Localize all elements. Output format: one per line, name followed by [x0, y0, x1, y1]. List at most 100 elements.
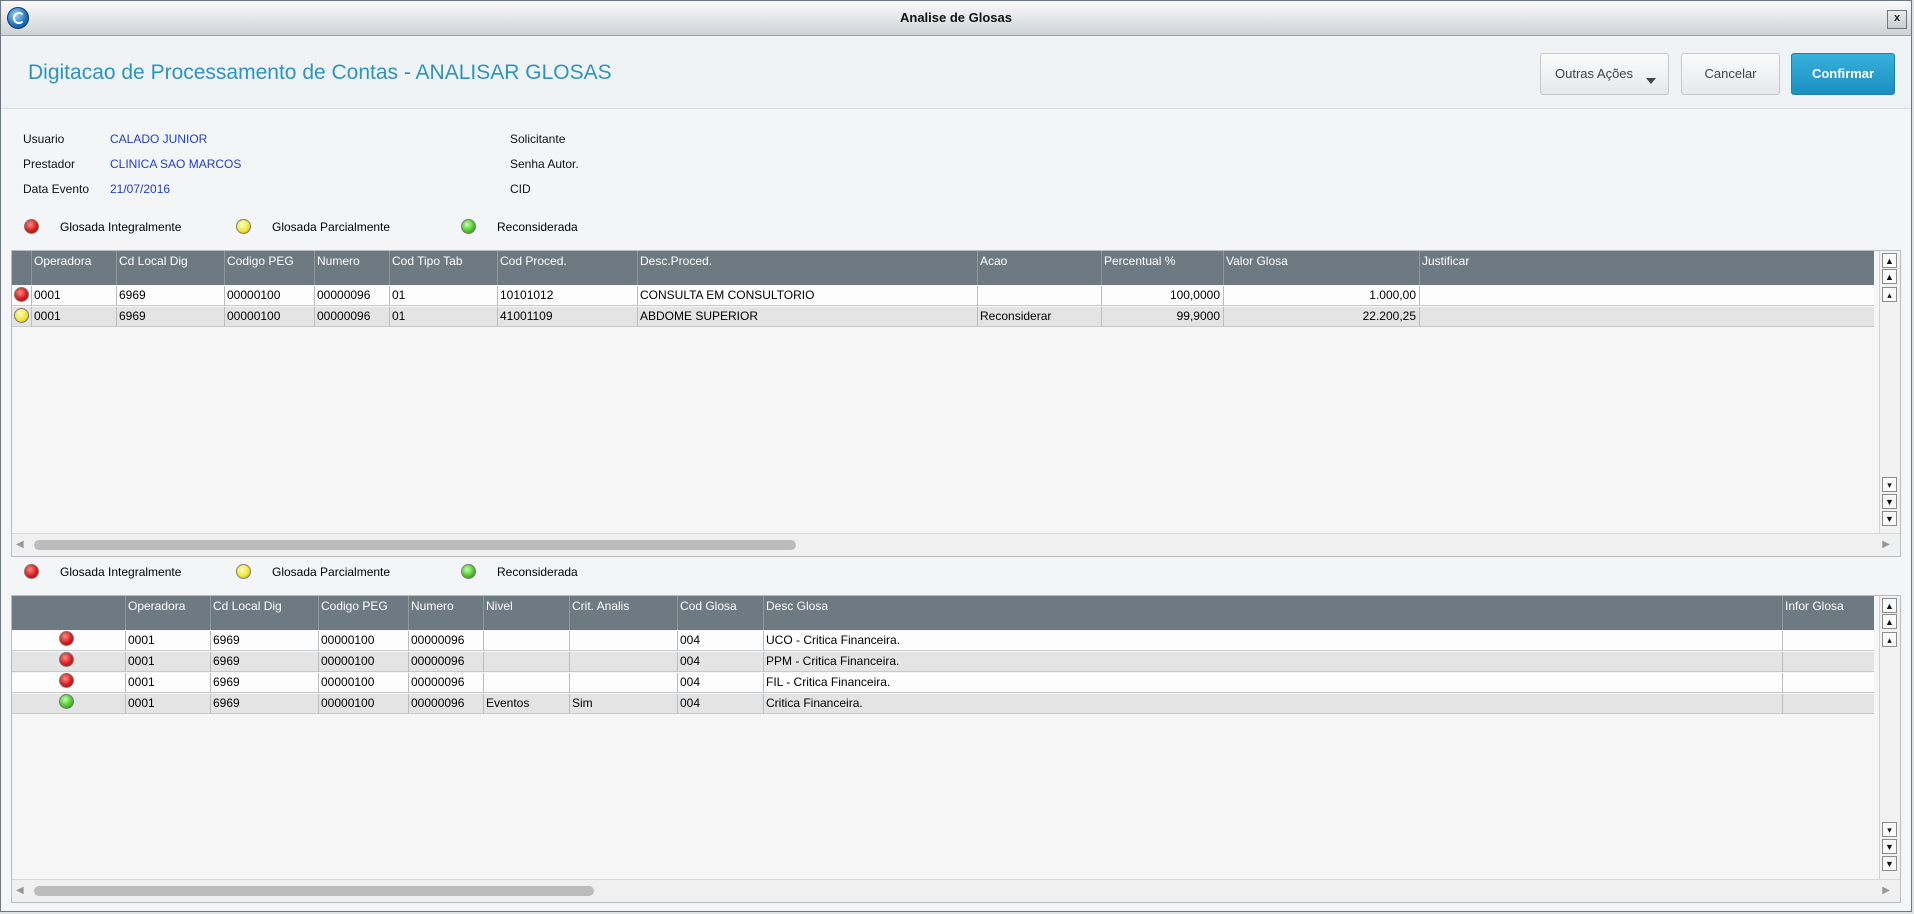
- cell-numero: 00000096: [314, 307, 389, 327]
- cell-codigo-peg: 00000100: [318, 631, 408, 651]
- glosas-grid: Operadora Cd Local Dig Codigo PEG Numero…: [11, 595, 1901, 903]
- scroll-down-icon[interactable]: ▾: [1882, 822, 1897, 837]
- cell-justificar[interactable]: [1419, 307, 1874, 327]
- red-status-icon: [14, 287, 29, 302]
- scroll-top-icon[interactable]: ▲: [1882, 253, 1897, 268]
- confirm-button[interactable]: Confirmar: [1791, 53, 1895, 95]
- scroll-page-down-icon[interactable]: ▼: [1882, 494, 1897, 509]
- usuario-value: CALADO JUNIOR: [110, 132, 208, 146]
- scroll-down-icon[interactable]: ▾: [1882, 477, 1897, 492]
- table-row[interactable]: 0001 6969 00000100 00000096 004 FIL - Cr…: [12, 673, 1874, 693]
- cell-numero: 00000096: [408, 631, 483, 651]
- col-cod-glosa[interactable]: Cod Glosa: [677, 596, 763, 630]
- scroll-page-up-icon[interactable]: ▲: [1882, 269, 1897, 284]
- procedimentos-grid: Operadora Cd Local Dig Codigo PEG Numero…: [11, 250, 1901, 557]
- table-row[interactable]: 0001 6969 00000100 00000096 01 41001109 …: [12, 307, 1874, 327]
- table-row[interactable]: 0001 6969 00000100 00000096 Eventos Sim …: [12, 694, 1874, 714]
- cell-acao[interactable]: [977, 286, 1101, 306]
- legend-reconsiderada: Reconsiderada: [497, 220, 578, 234]
- scroll-right-icon[interactable]: ▶: [1882, 885, 1890, 896]
- yellow-status-icon: [236, 219, 251, 234]
- cell-operadora: 0001: [125, 631, 210, 651]
- scroll-up-icon[interactable]: ▴: [1882, 632, 1897, 647]
- col-justificar[interactable]: Justificar: [1419, 251, 1874, 285]
- col-cd-local-dig[interactable]: Cd Local Dig: [210, 596, 318, 630]
- cell-operadora: 0001: [125, 673, 210, 693]
- prestador-label: Prestador: [23, 157, 76, 171]
- scroll-right-icon[interactable]: ▶: [1882, 539, 1890, 550]
- scroll-page-up-icon[interactable]: ▲: [1882, 614, 1897, 629]
- col-numero[interactable]: Numero: [408, 596, 483, 630]
- cell-justificar[interactable]: [1419, 286, 1874, 306]
- col-status: [12, 596, 125, 630]
- cell-desc-glosa: FIL - Critica Financeira.: [763, 673, 1782, 693]
- legend-glosada-integralmente: Glosada Integralmente: [60, 565, 182, 579]
- col-cod-tipo-tab[interactable]: Cod Tipo Tab: [389, 251, 497, 285]
- cell-cod-glosa: 004: [677, 673, 763, 693]
- cell-valor-glosa: 1.000,00: [1223, 286, 1419, 306]
- cell-percentual: 100,0000: [1101, 286, 1223, 306]
- col-acao[interactable]: Acao: [977, 251, 1101, 285]
- cell-nivel: Eventos: [483, 694, 569, 714]
- close-button[interactable]: x: [1887, 10, 1907, 29]
- legend-glosada-parcialmente: Glosada Parcialmente: [272, 565, 391, 579]
- col-nivel[interactable]: Nivel: [483, 596, 569, 630]
- vertical-scrollbar[interactable]: ▲ ▲ ▴ ▾ ▼ ▼: [1879, 251, 1900, 534]
- cell-cd-local-dig: 6969: [210, 694, 318, 714]
- window-title: Analise de Glosas: [900, 10, 1012, 25]
- table-row[interactable]: 0001 6969 00000100 00000096 01 10101012 …: [12, 286, 1874, 306]
- cell-cd-local-dig: 6969: [116, 286, 224, 306]
- page-title: Digitacao de Processamento de Contas - A…: [28, 61, 612, 84]
- status-legend: Glosada Integralmente Glosada Parcialmen…: [1, 217, 701, 237]
- col-cd-local-dig[interactable]: Cd Local Dig: [116, 251, 224, 285]
- col-desc-glosa[interactable]: Desc Glosa: [763, 596, 1782, 630]
- scrollbar-thumb[interactable]: [34, 540, 796, 550]
- cell-cod-tipo-tab: 01: [389, 286, 497, 306]
- table-row[interactable]: 0001 6969 00000100 00000096 004 UCO - Cr…: [12, 631, 1874, 651]
- green-status-icon: [461, 219, 476, 234]
- prestador-value: CLINICA SAO MARCOS: [110, 157, 242, 171]
- horizontal-scrollbar[interactable]: ◀ ▶: [12, 533, 1900, 556]
- scroll-left-icon[interactable]: ◀: [16, 539, 24, 550]
- scroll-page-down-icon[interactable]: ▼: [1882, 839, 1897, 854]
- cell-crit-analis: Sim: [569, 694, 677, 714]
- table-row[interactable]: 0001 6969 00000100 00000096 004 PPM - Cr…: [12, 652, 1874, 672]
- col-infor-glosa[interactable]: Infor Glosa: [1782, 596, 1874, 630]
- outras-acoes-button[interactable]: Outras Ações: [1540, 53, 1669, 95]
- cancel-button[interactable]: Cancelar: [1681, 53, 1780, 95]
- cell-cd-local-dig: 6969: [116, 307, 224, 327]
- cell-desc-glosa: Critica Financeira.: [763, 694, 1782, 714]
- horizontal-scrollbar[interactable]: ◀ ▶: [12, 879, 1900, 902]
- cell-desc-proced: ABDOME SUPERIOR: [637, 307, 977, 327]
- scroll-top-icon[interactable]: ▲: [1882, 598, 1897, 613]
- col-codigo-peg[interactable]: Codigo PEG: [224, 251, 314, 285]
- grid-header: Operadora Cd Local Dig Codigo PEG Numero…: [12, 596, 1874, 630]
- cell-crit-analis: [569, 631, 677, 651]
- legend-glosada-integralmente: Glosada Integralmente: [60, 220, 182, 234]
- col-numero[interactable]: Numero: [314, 251, 389, 285]
- scroll-left-icon[interactable]: ◀: [16, 885, 24, 896]
- cell-cod-proced: 41001109: [497, 307, 637, 327]
- senha-autor-label: Senha Autor.: [510, 157, 579, 171]
- scrollbar-thumb[interactable]: [34, 886, 594, 896]
- col-percentual[interactable]: Percentual %: [1101, 251, 1223, 285]
- vertical-scrollbar[interactable]: ▲ ▲ ▴ ▾ ▼ ▼: [1879, 596, 1900, 880]
- col-operadora[interactable]: Operadora: [125, 596, 210, 630]
- col-desc-proced[interactable]: Desc.Proced.: [637, 251, 977, 285]
- col-codigo-peg[interactable]: Codigo PEG: [318, 596, 408, 630]
- col-crit-analis[interactable]: Crit. Analis: [569, 596, 677, 630]
- cell-cod-glosa: 004: [677, 631, 763, 651]
- red-status-icon: [59, 631, 74, 646]
- cell-acao[interactable]: Reconsiderar: [977, 307, 1101, 327]
- col-valor-glosa[interactable]: Valor Glosa: [1223, 251, 1419, 285]
- cell-nivel: [483, 631, 569, 651]
- red-status-icon: [59, 673, 74, 688]
- col-operadora[interactable]: Operadora: [31, 251, 116, 285]
- scroll-bottom-icon[interactable]: ▼: [1882, 856, 1897, 871]
- scroll-bottom-icon[interactable]: ▼: [1882, 511, 1897, 526]
- usuario-label: Usuario: [23, 132, 65, 146]
- col-cod-proced[interactable]: Cod Proced.: [497, 251, 637, 285]
- scroll-up-icon[interactable]: ▴: [1882, 287, 1897, 302]
- grid-header: Operadora Cd Local Dig Codigo PEG Numero…: [12, 251, 1874, 285]
- cell-nivel: [483, 673, 569, 693]
